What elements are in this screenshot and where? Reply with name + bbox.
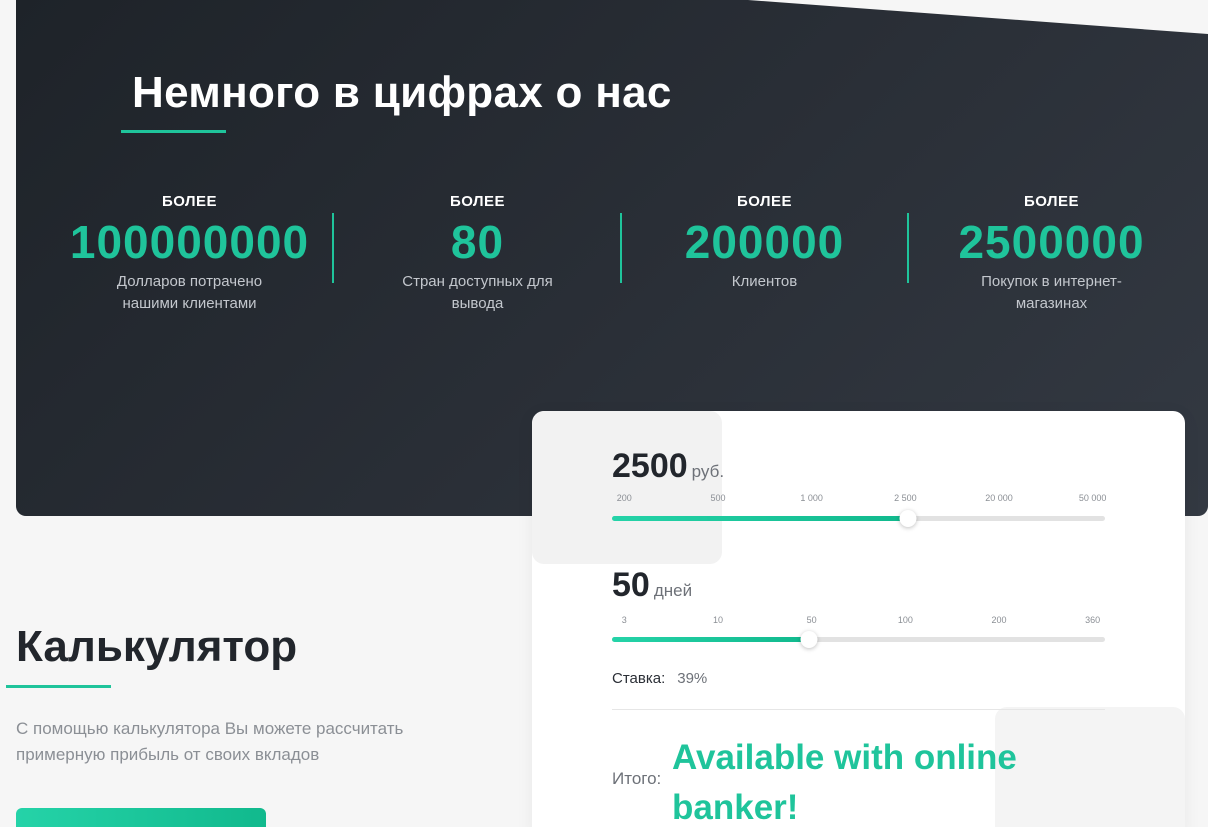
amount-tick: 2 500 (894, 493, 917, 503)
rate-row: Ставка: 39% (612, 670, 707, 687)
amount-tick: 20 000 (985, 493, 1013, 503)
overlay-promo-text: Available with online banker! (672, 738, 1017, 827)
amount-ticks: 200 500 1 000 2 500 20 000 50 000 (612, 493, 1107, 505)
days-tick: 100 (897, 615, 913, 625)
days-display: 50 дней (612, 566, 692, 605)
days-tick: 200 (991, 615, 1007, 625)
total-label: Итого: (612, 769, 662, 788)
amount-slider-fill (612, 516, 908, 521)
hero-corner-cut (748, 0, 1208, 34)
stat-item-spent: БОЛЕЕ 100000000 Долларов потрачено нашим… (46, 193, 333, 315)
amount-slider-thumb[interactable] (899, 510, 917, 527)
stat-value: 200000 (684, 216, 845, 268)
stat-value: 80 (450, 216, 505, 268)
amount-tick: 200 (616, 493, 632, 503)
stat-description: Стран доступных для вывода (402, 273, 553, 312)
stat-item-clients: БОЛЕЕ 200000 Клиентов (621, 193, 908, 293)
calculator-title: Калькулятор (16, 622, 298, 671)
amount-tick: 50 000 (1078, 493, 1107, 503)
days-ticks: 3 10 50 100 200 360 (612, 615, 1105, 627)
amount-display: 2500 руб. (612, 447, 724, 486)
days-tick: 360 (1085, 615, 1101, 625)
stat-description: Долларов потрачено нашими клиентами (116, 273, 263, 312)
stat-value: 2500000 (958, 216, 1145, 268)
stat-item-purchases: БОЛЕЕ 2500000 Покупок в интернет-магазин… (908, 193, 1195, 315)
days-tick: 3 (621, 615, 627, 625)
stat-description: Покупок в интернет-магазинах (981, 273, 1122, 312)
amount-slider[interactable] (612, 510, 1105, 527)
days-slider-thumb[interactable] (800, 631, 818, 648)
card-decor-block (532, 411, 722, 564)
card-divider (612, 709, 1105, 710)
stat-value: 100000000 (69, 216, 310, 268)
days-tick: 10 (712, 615, 723, 625)
stat-prefix: БОЛЕЕ (449, 193, 506, 210)
calculator-cta-button[interactable] (16, 808, 266, 827)
days-slider[interactable] (612, 631, 1105, 648)
calculator-description: С помощью калькулятора Вы можете рассчит… (16, 719, 404, 764)
amount-tick: 500 (710, 493, 726, 503)
stat-prefix: БОЛЕЕ (1023, 193, 1080, 210)
stat-prefix: БОЛЕЕ (161, 193, 218, 210)
days-tick: 50 (806, 615, 817, 625)
amount-value: 2500 (612, 447, 688, 485)
rate-label: Ставка: (612, 670, 666, 687)
days-value: 50 (612, 566, 650, 604)
stat-item-countries: БОЛЕЕ 80 Стран доступных для вывода (334, 193, 621, 315)
amount-tick: 1 000 (800, 493, 823, 503)
amount-unit: руб. (691, 462, 725, 481)
stats-title: Немного в цифрах о нас (132, 68, 672, 117)
stats-title-underline (121, 130, 226, 133)
stat-prefix: БОЛЕЕ (736, 193, 793, 210)
calculator-title-underline (6, 685, 111, 688)
rate-value: 39% (677, 670, 708, 687)
days-slider-fill (612, 637, 810, 642)
days-unit: дней (653, 581, 693, 600)
stat-description: Клиентов (731, 273, 798, 290)
